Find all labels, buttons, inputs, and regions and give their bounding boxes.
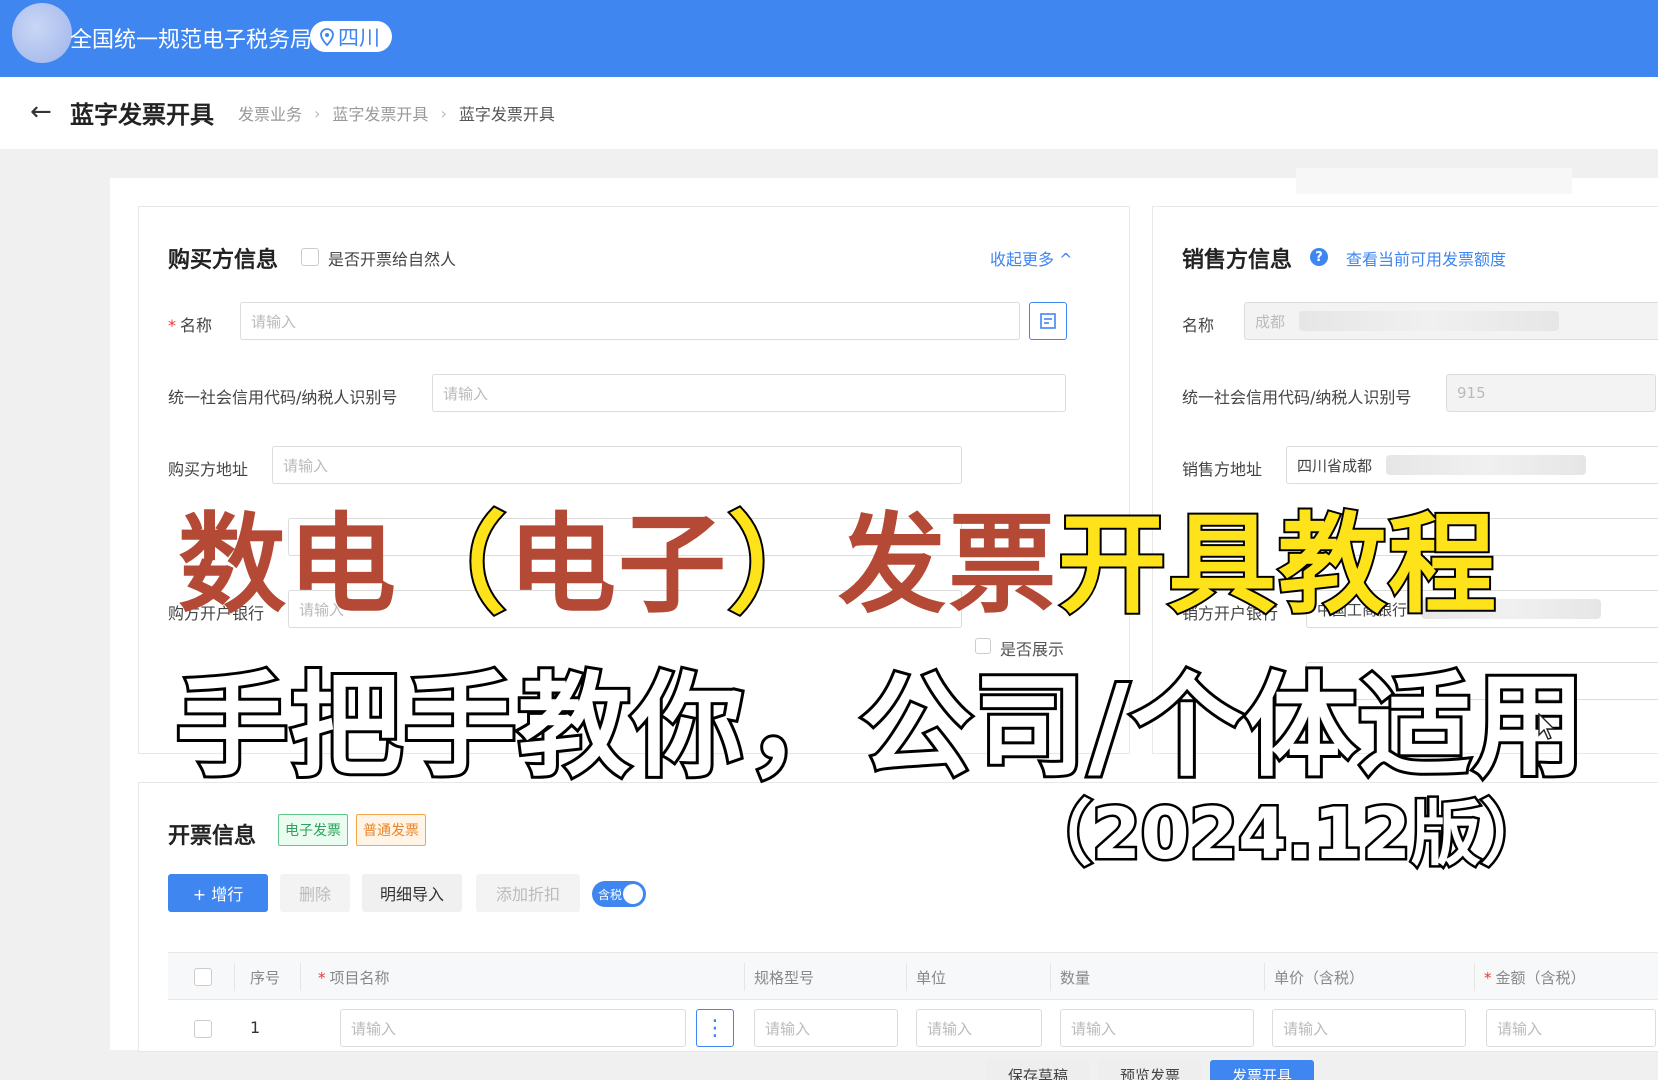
row-index: 1 (250, 1018, 261, 1037)
column-header: * 项目名称 (318, 969, 390, 987)
toggle-knob (623, 884, 643, 904)
contact-book-button[interactable] (1029, 302, 1067, 340)
contact-book-icon (1040, 313, 1056, 329)
seller-tax-id-input: 915 (1446, 374, 1656, 412)
mouse-cursor-icon (1538, 713, 1556, 740)
add-discount-button[interactable]: 添加折扣 (476, 874, 580, 912)
normal-invoice-tag[interactable]: 普通发票 (356, 814, 426, 846)
toggle-label: 含税 (598, 887, 623, 902)
collapse-more-link[interactable]: 收起更多 ^ (990, 246, 1073, 270)
delete-button[interactable]: 删除 (280, 874, 350, 912)
column-header: 规格型号 (754, 969, 815, 987)
more-vertical-icon[interactable]: ⋮ (696, 1009, 734, 1047)
blurred-region (1296, 168, 1572, 194)
save-draft-button[interactable]: 保存草稿 (986, 1060, 1090, 1080)
breadcrumb-item[interactable]: 蓝字发票开具 (332, 101, 428, 125)
seller-tax-id-label: 统一社会信用代码/纳税人识别号 (1182, 388, 1412, 407)
column-header: 单位 (916, 969, 947, 987)
table-header: 序号 * 项目名称 规格型号 单位 数量 单价（含税） * 金额（含税） (168, 952, 1658, 1000)
chevron-right-icon: › (440, 103, 447, 123)
buyer-name-label: * 名称 (168, 316, 213, 335)
buyer-title: 购买方信息 (168, 248, 279, 273)
blurred-value (1386, 455, 1587, 475)
invoice-title: 开票信息 (168, 824, 257, 849)
breadcrumb: 发票业务 › 蓝字发票开具 › 蓝字发票开具 (238, 101, 555, 125)
buyer-address-label: 购买方地址 (168, 460, 249, 479)
electronic-invoice-tag[interactable]: 电子发票 (278, 814, 348, 846)
natural-person-checkbox[interactable] (301, 248, 319, 266)
tax-included-toggle[interactable]: 含税 (592, 881, 646, 907)
seller-name-label: 名称 (1182, 316, 1215, 335)
chevron-right-icon: › (314, 103, 321, 123)
column-header: 序号 (250, 969, 281, 987)
overlay-title-line1: 数电（电子）发票开具教程 (178, 501, 1499, 630)
column-divider (906, 963, 907, 991)
breadcrumb-current: 蓝字发票开具 (458, 105, 555, 124)
preview-invoice-button[interactable]: 预览发票 (1098, 1060, 1202, 1080)
column-divider (744, 963, 745, 991)
column-divider (300, 963, 301, 991)
column-header: 单价（含税） (1274, 969, 1365, 987)
quota-link[interactable]: 查看当前可用发票额度 (1346, 246, 1506, 270)
natural-person-label: 是否开票给自然人 (328, 250, 457, 269)
column-header: 数量 (1060, 969, 1091, 987)
overlay-title-line2: 手把手教你，公司/个体适用 (173, 659, 1588, 795)
column-divider (1264, 963, 1265, 991)
column-header: * 金额（含税） (1484, 969, 1586, 987)
overlay-title-line3: （2024.12版） (1020, 791, 1554, 878)
column-divider (1474, 963, 1475, 991)
page-title: 蓝字发票开具 (70, 101, 214, 129)
buyer-name-input[interactable]: 请输入 (240, 302, 1020, 340)
seller-title: 销售方信息 (1182, 248, 1293, 273)
page-header: ← 蓝字发票开具 发票业务 › 蓝字发票开具 › 蓝字发票开具 (0, 77, 1658, 149)
region-label: 四川 (338, 25, 380, 50)
seller-address-label: 销售方地址 (1182, 460, 1263, 479)
buyer-tax-id-label: 统一社会信用代码/纳税人识别号 (168, 388, 398, 407)
issue-invoice-button[interactable]: 发票开具 (1210, 1060, 1314, 1080)
location-pin-icon (320, 27, 334, 46)
unit-price-input[interactable]: 请输入 (1272, 1009, 1466, 1047)
row-checkbox[interactable] (194, 1020, 212, 1038)
column-divider (1050, 963, 1051, 991)
help-icon[interactable]: ? (1310, 248, 1328, 266)
add-row-button[interactable]: + 增行 (168, 874, 268, 912)
avatar[interactable] (12, 3, 72, 63)
region-selector[interactable]: 四川 (310, 21, 392, 52)
select-all-checkbox[interactable] (194, 968, 212, 986)
unit-input[interactable]: 请输入 (916, 1009, 1042, 1047)
quantity-input[interactable]: 请输入 (1060, 1009, 1254, 1047)
app-title: 全国统一规范电子税务局 (70, 28, 313, 53)
arrow-left-icon[interactable]: ← (30, 97, 52, 127)
seller-name-input: 成都 (1244, 302, 1658, 340)
breadcrumb-item[interactable]: 发票业务 (238, 101, 302, 125)
top-bar: 全国统一规范电子税务局 四川 (0, 0, 1658, 77)
item-name-input[interactable]: 请输入 (340, 1009, 686, 1047)
buyer-tax-id-input[interactable]: 请输入 (432, 374, 1066, 412)
import-detail-button[interactable]: 明细导入 (362, 874, 462, 912)
amount-input[interactable]: 请输入 (1486, 1009, 1656, 1047)
spec-model-input[interactable]: 请输入 (754, 1009, 898, 1047)
column-divider (234, 963, 235, 991)
blurred-value (1299, 311, 1560, 331)
